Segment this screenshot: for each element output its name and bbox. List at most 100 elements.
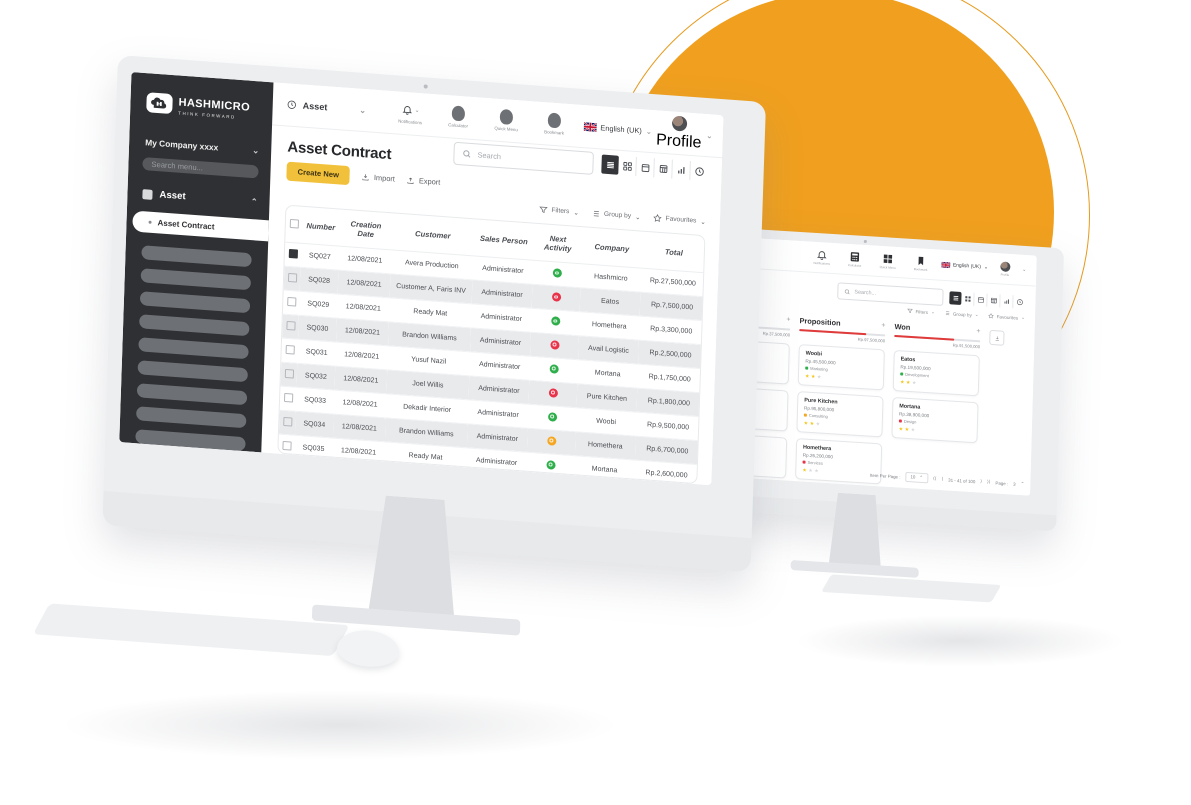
row-checkbox-cell[interactable]	[284, 266, 301, 291]
kanban-favourites-button[interactable]: Favourites⌄	[988, 313, 1025, 321]
kanban-card[interactable]: WoobiRp.45,500,000Marketing★★★	[798, 344, 885, 390]
kanban-add-card-button[interactable]: +	[881, 322, 885, 329]
kanban-calculator-icon[interactable]: Calculator	[842, 251, 868, 269]
breadcrumb[interactable]: Asset ⌄	[287, 99, 367, 115]
calendar-view-icon[interactable]	[636, 157, 655, 177]
kanban-kanban-view-icon[interactable]	[961, 292, 974, 306]
sidebar-placeholder-item[interactable]	[136, 406, 246, 428]
row-checkbox-cell[interactable]	[282, 314, 299, 339]
header-customer[interactable]: Customer	[391, 213, 474, 255]
kanban-card[interactable]: EatosRp.19,500,000Development★★★	[893, 349, 980, 395]
kanban-activity-view-icon[interactable]	[1013, 295, 1025, 309]
row-checkbox[interactable]	[286, 321, 295, 331]
header-total[interactable]: Total	[641, 232, 705, 273]
row-checkbox-cell[interactable]	[279, 410, 296, 435]
create-new-button[interactable]: Create New	[286, 162, 350, 186]
kanban-perpage-select[interactable]: 10⌃	[905, 472, 928, 483]
import-button[interactable]: Import	[362, 172, 395, 183]
language-selector[interactable]: English (UK) ⌄	[583, 122, 652, 136]
rating-star-icon[interactable]: ★	[805, 373, 810, 379]
row-checkbox-cell[interactable]	[277, 458, 294, 483]
notifications-button[interactable]: ⌄ Notifications	[391, 101, 430, 126]
header-company[interactable]: Company	[581, 227, 642, 268]
row-checkbox[interactable]	[287, 297, 296, 307]
row-checkbox-cell[interactable]	[284, 242, 301, 267]
row-checkbox[interactable]	[287, 273, 296, 283]
kanban-profile[interactable]: Profile	[995, 261, 1015, 277]
rating-star-icon[interactable]: ★	[906, 379, 911, 385]
header-creation-date[interactable]: Creation Date	[339, 210, 392, 250]
rating-star-icon[interactable]: ★	[811, 373, 816, 379]
rating-star-icon[interactable]: ★	[817, 374, 822, 380]
row-checkbox-cell[interactable]	[283, 290, 300, 315]
kanban-page-chevron-up-icon[interactable]: ⌃	[1021, 481, 1025, 487]
row-checkbox-cell[interactable]	[280, 386, 297, 411]
profile-chevron-down-icon[interactable]: ⌄	[706, 131, 713, 140]
kanban-bookmark-icon[interactable]: Bookmark	[908, 255, 934, 273]
rating-star-icon[interactable]: ★	[911, 427, 916, 433]
filters-button[interactable]: Filters ⌄	[538, 205, 579, 217]
select-all-header[interactable]	[285, 206, 302, 244]
sidebar-placeholder-item[interactable]	[140, 291, 250, 313]
row-checkbox[interactable]	[285, 345, 294, 355]
kanban-search-input[interactable]: Search...	[837, 282, 943, 306]
sidebar-placeholder-item[interactable]	[135, 429, 245, 451]
activity-view-icon[interactable]	[690, 161, 708, 181]
kanban-card[interactable]: Pure KitchenRp.95,800,000Consulting★★★	[796, 391, 883, 437]
kanban-pivot-view-icon[interactable]	[987, 294, 1000, 308]
kanban-add-column-button[interactable]	[989, 330, 1004, 346]
breadcrumb-chevron-down-icon[interactable]: ⌄	[359, 105, 366, 114]
rating-star-icon[interactable]: ★	[905, 426, 910, 432]
sidebar-placeholder-item[interactable]	[141, 245, 251, 267]
kanban-filters-button[interactable]: Filters⌄	[906, 308, 935, 316]
rating-star-icon[interactable]: ★	[900, 379, 905, 385]
kanban-next-page-button[interactable]: ⟩	[980, 479, 982, 485]
kanban-add-card-button[interactable]: +	[976, 328, 980, 335]
row-checkbox[interactable]	[281, 465, 290, 475]
row-checkbox-cell[interactable]	[281, 338, 298, 363]
row-checkbox[interactable]	[283, 393, 292, 403]
row-checkbox[interactable]	[284, 369, 293, 379]
sidebar-placeholder-item[interactable]	[141, 268, 251, 290]
row-checkbox-cell[interactable]	[278, 434, 295, 459]
row-checkbox[interactable]	[282, 441, 291, 451]
favourites-button[interactable]: Favourites ⌄	[652, 213, 706, 226]
header-next-activity[interactable]: Next Activity	[533, 224, 582, 264]
kanban-view-icon[interactable]	[618, 156, 637, 176]
kanban-card[interactable]: MortanaRp.38,900,000Design★★★	[891, 396, 978, 442]
list-view-icon[interactable]	[601, 154, 619, 174]
kanban-graph-view-icon[interactable]	[1000, 294, 1013, 308]
sidebar-section-asset[interactable]: Asset ⌃	[127, 181, 270, 214]
calculator-button[interactable]: Calculator	[439, 105, 478, 130]
rating-star-icon[interactable]: ★	[912, 380, 917, 386]
select-all-checkbox[interactable]	[289, 218, 298, 228]
row-checkbox[interactable]	[283, 417, 292, 427]
sidebar-placeholder-item[interactable]	[137, 383, 247, 405]
groupby-button[interactable]: Group by ⌄	[591, 209, 641, 222]
sidebar-placeholder-item[interactable]	[139, 314, 249, 336]
kanban-profile-chevron-down-icon[interactable]: ⌄	[1022, 267, 1026, 273]
header-number[interactable]: Number	[301, 207, 340, 246]
quick-menu-button[interactable]: Quick Menu	[487, 108, 526, 133]
export-button[interactable]: Export	[407, 175, 441, 186]
kanban-prev-page-button[interactable]: ⟨	[941, 476, 943, 482]
rating-star-icon[interactable]: ★	[804, 420, 809, 426]
header-sales-person[interactable]: Sales Person	[473, 219, 534, 260]
kanban-last-page-button[interactable]: ⟩⟩	[987, 479, 991, 485]
rating-star-icon[interactable]: ★	[816, 421, 821, 427]
kanban-first-page-button[interactable]: ⟨⟨	[933, 476, 937, 482]
profile-button[interactable]: Profile	[661, 114, 696, 151]
rating-star-icon[interactable]: ★	[810, 420, 815, 426]
sidebar-placeholder-item[interactable]	[138, 337, 248, 359]
graph-view-icon[interactable]	[672, 160, 691, 180]
kanban-notifications-icon[interactable]: Notifications	[809, 249, 835, 267]
rating-star-icon[interactable]: ★	[899, 426, 904, 432]
row-checkbox[interactable]	[288, 249, 297, 259]
sidebar-placeholder-item[interactable]	[138, 360, 248, 382]
bookmark-button[interactable]: Bookmark	[535, 112, 574, 137]
kanban-language-selector[interactable]: English (UK) ⌄	[941, 262, 988, 271]
kanban-calendar-view-icon[interactable]	[974, 293, 987, 307]
kanban-groupby-button[interactable]: Group by⌄	[944, 310, 979, 318]
kanban-list-view-icon[interactable]	[949, 291, 961, 305]
pivot-view-icon[interactable]	[654, 158, 673, 178]
